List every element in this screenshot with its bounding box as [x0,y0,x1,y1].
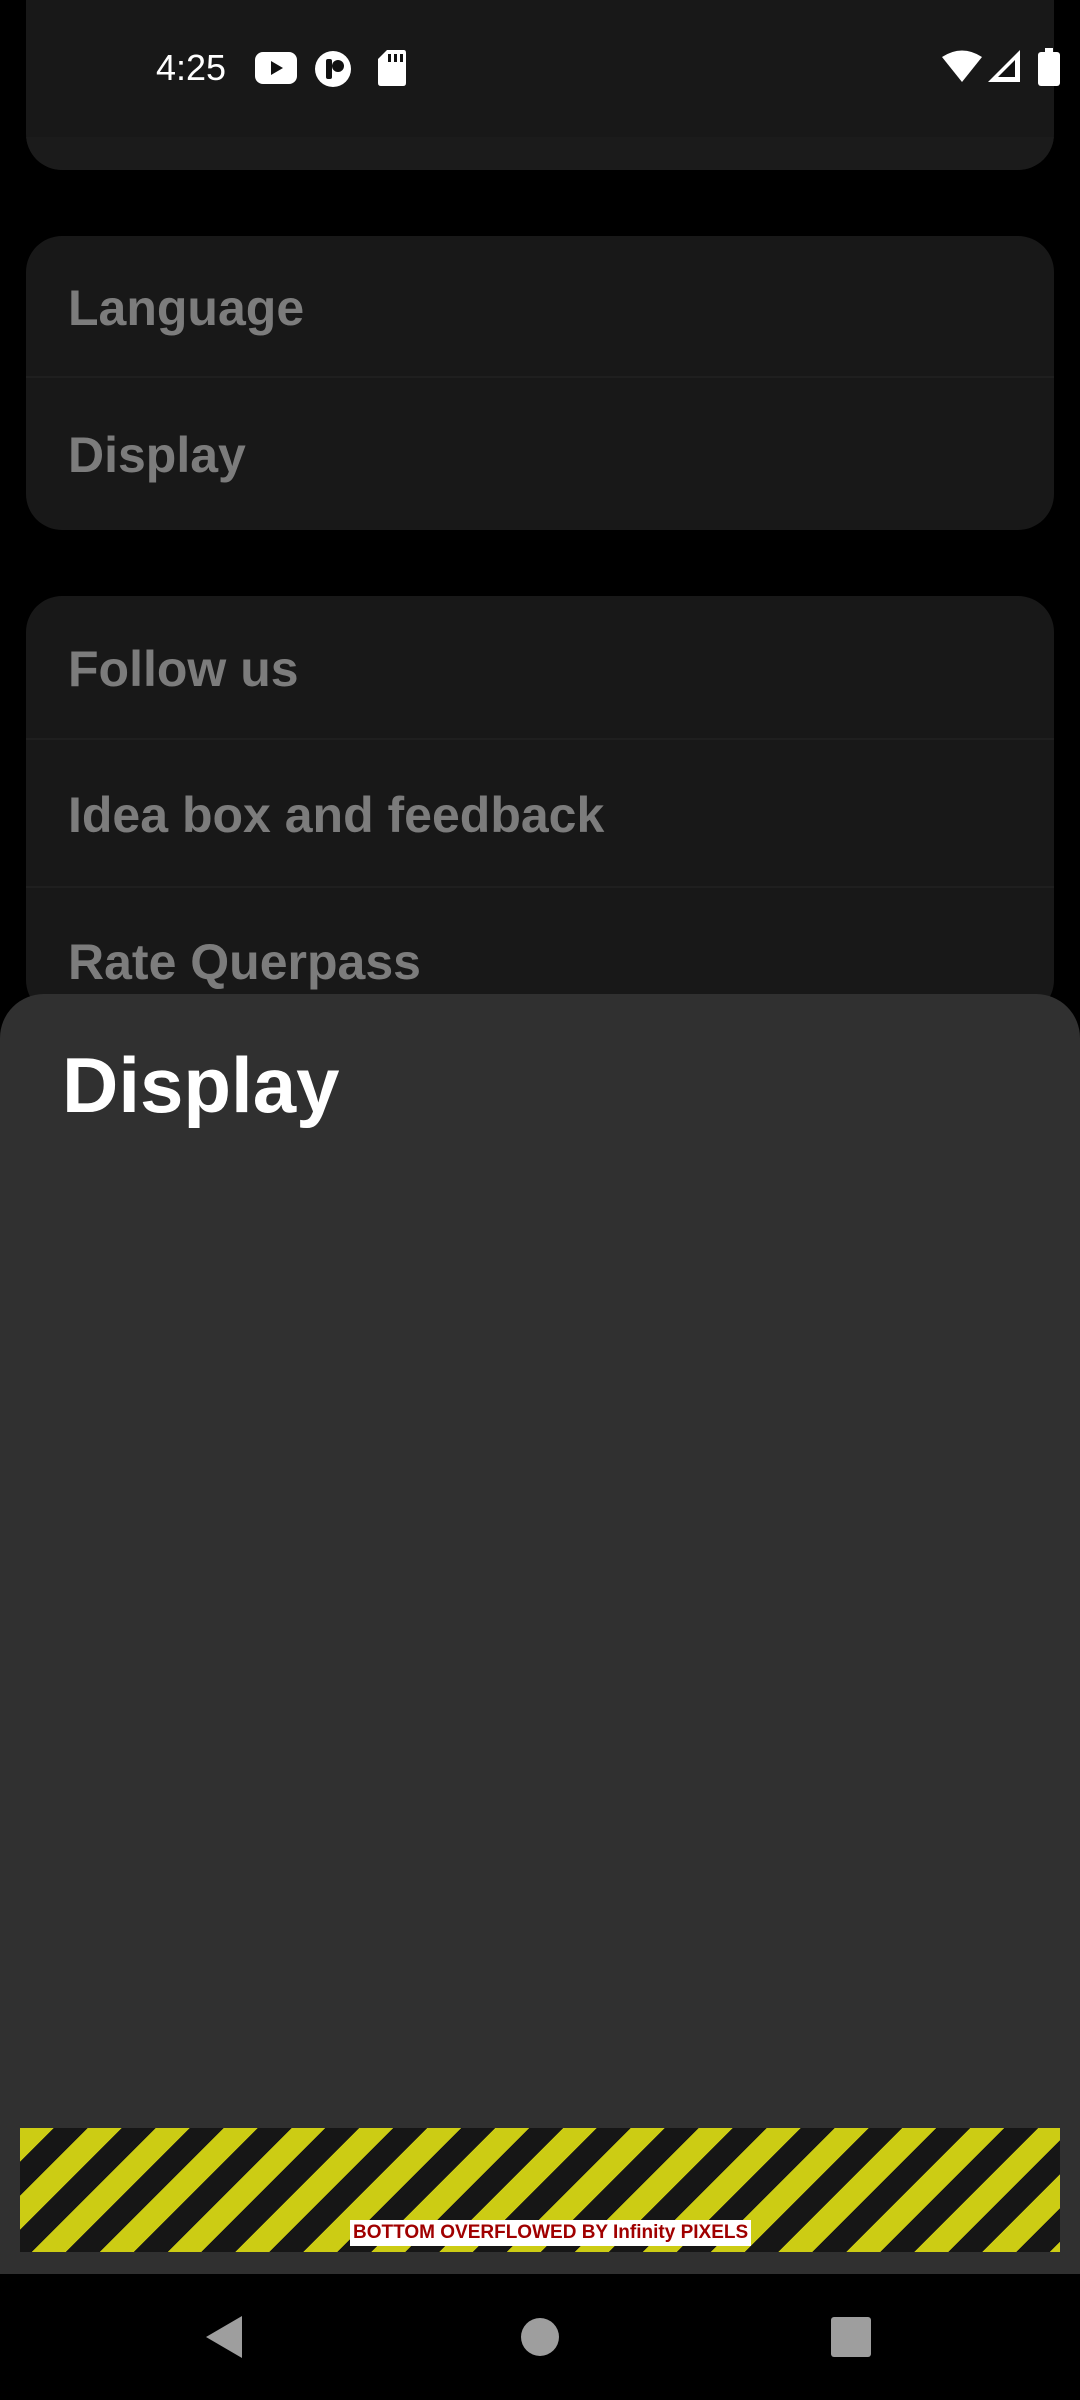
recents-icon[interactable] [818,2304,884,2370]
settings-item-follow-us[interactable]: Follow us [68,639,1054,699]
system-nav-bar [0,2274,1080,2400]
sd-card-icon [378,50,406,86]
youtube-icon [255,52,297,84]
settings-item-rate-app[interactable]: Rate Querpass [68,932,1054,992]
divider [26,886,1054,888]
settings-item-idea-box[interactable]: Idea box and feedback [68,785,1054,845]
home-icon[interactable] [507,2304,573,2370]
divider [26,738,1054,740]
status-time: 4:25 [156,47,227,88]
battery-icon [1038,48,1060,86]
overflow-warning-stripes: BOTTOM OVERFLOWED BY Infinity PIXELS [20,2128,1060,2252]
back-icon[interactable] [192,2304,258,2370]
sheet-title: Display [62,1041,340,1129]
divider [26,376,1054,378]
app-notification-icon [315,51,351,87]
settings-item-language[interactable]: Language [68,278,1054,338]
status-bar: 4:25 [0,0,1080,135]
wifi-icon [942,50,982,82]
card-bottom-strip [26,137,1054,170]
cellular-signal-icon [988,50,1020,82]
overflow-warning-label: BOTTOM OVERFLOWED BY Infinity PIXELS [350,2220,752,2246]
settings-card-community: Follow us Idea box and feedback Rate Que… [26,596,1054,1016]
settings-item-display[interactable]: Display [68,425,1054,485]
settings-card-general: Language Display [26,236,1054,530]
display-bottom-sheet: Display BOTTOM OVERFLOWED BY Infinity PI… [0,994,1080,2274]
